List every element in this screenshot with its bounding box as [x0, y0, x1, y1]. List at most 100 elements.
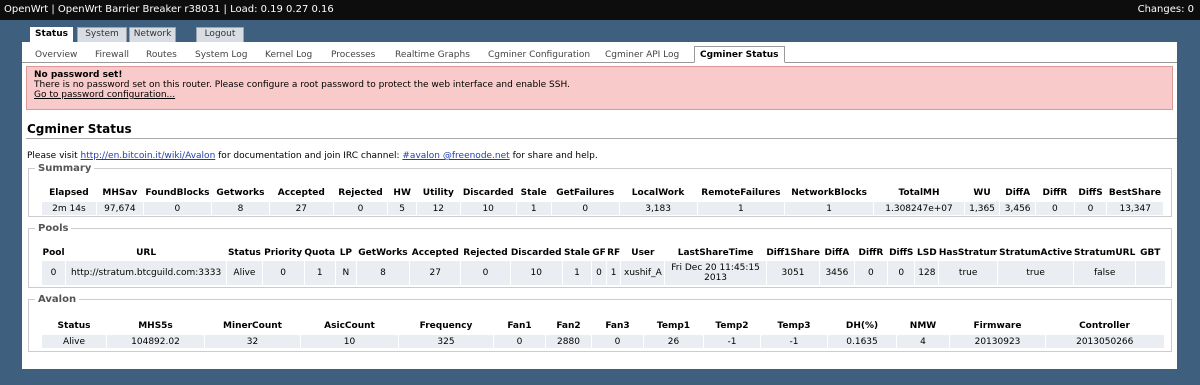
subtab-cgminer-api-log[interactable]: Cgminer API Log [605, 50, 679, 60]
password-config-link[interactable]: Go to password configuration... [34, 90, 175, 100]
summary-cell: 0 [142, 202, 212, 215]
avalon-col-header: Temp3 [777, 321, 811, 331]
pools-cell: N [334, 261, 357, 285]
intro-middle: for documentation and join IRC channel: [215, 151, 403, 161]
pools-col-header: Rejected [463, 248, 508, 258]
subtab-firewall[interactable]: Firewall [95, 50, 129, 60]
subtab-overview[interactable]: Overview [35, 50, 77, 60]
subtab-kernel-log[interactable]: Kernel Log [265, 50, 312, 60]
pools-cell: 3051 [765, 261, 820, 285]
summary-table: Elapsed MHSav FoundBlocks Getworks Accepted R… [41, 184, 1163, 215]
pools-table: Pool URL Status Priority Quota LP GetWorks Acce… [40, 245, 1165, 285]
summary-col-header: HW [393, 188, 411, 198]
pools-cell: 0 [853, 261, 888, 285]
pools-col-header: GF [592, 248, 606, 258]
avalon-col-header: Fan1 [507, 321, 532, 331]
avalon-col-header: Fan2 [556, 321, 581, 331]
summary-cell: 0 [1035, 202, 1075, 215]
subtab-processes[interactable]: Processes [331, 50, 375, 60]
summary-col-header: Utility [422, 188, 454, 198]
summary-col-header: DiffS [1078, 188, 1103, 198]
subtab-cgminer-configuration[interactable]: Cgminer Configuration [488, 50, 590, 60]
pools-cell: Fri Dec 20 11:45:15 2013 [664, 261, 767, 285]
avalon-cell: 0 [591, 335, 644, 348]
pools-col-header: Status [227, 248, 261, 258]
pools-col-header: URL [136, 248, 157, 258]
subtab-cgminer-status[interactable]: Cgminer Status [694, 46, 785, 63]
tab-network[interactable]: Network [129, 27, 176, 42]
avalon-cell: 10 [300, 335, 399, 348]
avalon-cell: 20130923 [949, 335, 1046, 348]
summary-cell: 8 [210, 202, 270, 215]
avalon-col-header: AsicCount [324, 321, 375, 331]
pools-col-header: Accepted [411, 248, 459, 258]
intro-suffix: for share and help. [509, 151, 598, 161]
summary-cell: 5 [387, 202, 417, 215]
pools-col-header: DiffA [824, 248, 850, 258]
summary-cell: 1 [784, 202, 874, 215]
sub-tabs: Overview Firewall Routes System Log Kern… [22, 46, 1177, 63]
summary-col-header: Elapsed [49, 188, 89, 198]
intro-text: Please visit http://en.bitcoin.it/wiki/A… [27, 151, 598, 161]
pools-cell: xushif_A [620, 261, 665, 285]
subtab-realtime-graphs[interactable]: Realtime Graphs [395, 50, 470, 60]
router-title: OpenWrt | OpenWrt Barrier Breaker r38031… [4, 4, 334, 15]
pools-cell [1135, 261, 1165, 285]
summary-cell: 97,674 [95, 202, 144, 215]
pools-col-header: StratumActive [999, 248, 1073, 258]
pools-cell: false [1073, 261, 1136, 285]
pools-cell: 1 [605, 261, 621, 285]
summary-col-header: BestShare [1108, 188, 1162, 198]
pools-col-header: User [631, 248, 655, 258]
page-title: Cgminer Status [27, 122, 132, 136]
alert-title: No password set! [34, 70, 123, 80]
tab-status[interactable]: Status [30, 27, 73, 43]
summary-cell: 2m 14s [41, 202, 97, 215]
avalon-col-header: Status [57, 321, 91, 331]
pools-section: Pools Pool URL Status Priority Quota LP GetWor… [28, 223, 1172, 288]
tab-logout[interactable]: Logout [196, 27, 244, 42]
avalon-cell: -1 [703, 335, 761, 348]
subtab-routes[interactable]: Routes [146, 50, 177, 60]
summary-legend: Summary [38, 163, 92, 174]
avalon-wiki-link[interactable]: http://en.bitcoin.it/wiki/Avalon [80, 151, 215, 161]
avalon-cell: -1 [760, 335, 828, 348]
avalon-col-header: MinerCount [223, 321, 282, 331]
pools-cell: 0 [887, 261, 915, 285]
avalon-col-header: NMW [909, 321, 937, 331]
summary-col-header: DiffR [1042, 188, 1068, 198]
alert-text: There is no password set on this router.… [34, 80, 570, 90]
tab-system[interactable]: System [77, 27, 127, 42]
pools-col-header: LastShareTime [677, 248, 754, 258]
avalon-cell: 0 [493, 335, 546, 348]
pools-col-header: StratumURL [1073, 248, 1136, 258]
pools-cell: 3456 [819, 261, 855, 285]
avalon-col-header: Fan3 [605, 321, 630, 331]
avalon-cell: 2013050266 [1045, 335, 1164, 348]
pools-cell: true [996, 261, 1074, 285]
summary-col-header: GetFailures [556, 188, 615, 198]
avalon-cell: 32 [204, 335, 301, 348]
avalon-col-header: Temp2 [715, 321, 749, 331]
subtab-system-log[interactable]: System Log [195, 50, 248, 60]
pools-col-header: LSD [917, 248, 937, 258]
password-alert: No password set! There is no password se… [26, 66, 1173, 110]
summary-cell: 3,456 [999, 202, 1036, 215]
avalon-cell: Alive [41, 335, 107, 348]
irc-channel-link[interactable]: #avalon @freenode.net [402, 151, 509, 161]
pools-cell: true [938, 261, 998, 285]
pools-cell: Alive [226, 261, 263, 285]
summary-col-header: MHSav [102, 188, 138, 198]
pools-col-header: LP [339, 248, 353, 258]
pools-col-header: DiffR [858, 248, 884, 258]
summary-cell: 13,347 [1106, 202, 1163, 215]
avalon-col-header: DH(%) [845, 321, 879, 331]
summary-col-header: WU [973, 188, 991, 198]
pools-col-header: Diff1Shares [766, 248, 820, 258]
pools-col-header: Discarded [510, 248, 562, 258]
summary-col-header: Stale [520, 188, 547, 198]
pools-cell: http://stratum.btcguild.com:3333 [65, 261, 227, 285]
avalon-cell: 2880 [545, 335, 592, 348]
changes-indicator[interactable]: Changes: 0 [1138, 4, 1194, 15]
avalon-table: Status MHS5s MinerCount AsicCount Frequency F… [41, 317, 1164, 348]
